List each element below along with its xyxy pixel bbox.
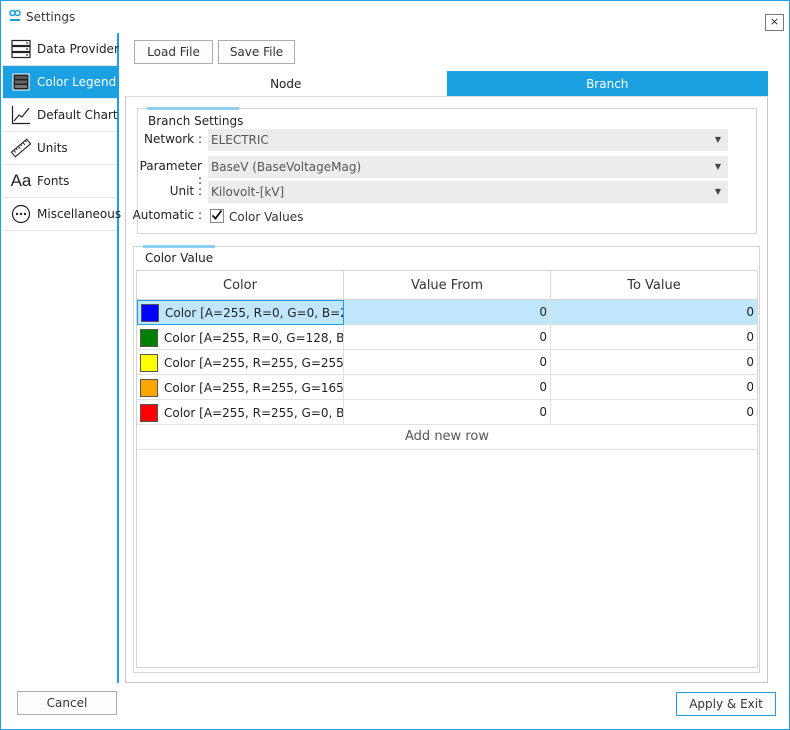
color-text: Color [A=255, R=255, G=165,...: [164, 380, 344, 395]
column-header-to-value[interactable]: To Value: [551, 271, 757, 299]
sidebar: Data Provider Color Legend Default Chart…: [3, 33, 121, 683]
table-row[interactable]: Color [A=255, R=0, G=0, B=255] 0 0: [137, 300, 757, 325]
parameter-label: Parameter :: [139, 159, 202, 187]
value-from-cell[interactable]: 0: [344, 325, 551, 350]
sidebar-item-label: Default Chart: [37, 108, 118, 122]
sidebar-item-label: Color Legend: [37, 75, 117, 89]
cancel-button[interactable]: Cancel: [17, 691, 117, 715]
database-icon: [10, 38, 32, 60]
network-value: ELECTRIC: [211, 133, 269, 147]
chevron-down-icon: ▼: [714, 187, 721, 196]
close-button[interactable]: ×: [765, 14, 784, 31]
ruler-icon: [10, 137, 32, 159]
unit-value: Kilovolt-[kV]: [211, 185, 285, 199]
chevron-down-icon: ▼: [714, 162, 721, 171]
automatic-label: Automatic :: [132, 208, 202, 222]
network-dropdown[interactable]: ELECTRIC ▼: [208, 129, 728, 151]
color-swatch: [140, 353, 158, 372]
column-header-color[interactable]: Color: [137, 271, 344, 299]
color-value-grid: Color Value From To Value Color [A=255, …: [136, 270, 758, 668]
grid-header: Color Value From To Value: [137, 271, 757, 300]
sidebar-item-label: Data Provider: [37, 42, 119, 56]
group-accent: [143, 245, 215, 248]
table-row[interactable]: Color [A=255, R=255, G=165,... 0 0: [137, 375, 757, 400]
sidebar-item-color-legend[interactable]: Color Legend: [3, 66, 117, 99]
color-cell[interactable]: Color [A=255, R=255, G=255,...: [137, 350, 344, 375]
column-header-value-from[interactable]: Value From: [344, 271, 551, 299]
color-text: Color [A=255, R=255, G=0, B=0]: [164, 405, 344, 420]
color-swatch: [140, 378, 158, 397]
table-row[interactable]: Color [A=255, R=255, G=0, B=0] 0 0: [137, 400, 757, 425]
unit-dropdown[interactable]: Kilovolt-[kV] ▼: [208, 181, 728, 203]
sidebar-item-label: Miscellaneous: [37, 207, 122, 221]
unit-label: Unit :: [169, 184, 202, 198]
parameter-value: BaseV (BaseVoltageMag): [211, 160, 362, 174]
app-logo-icon: [8, 9, 22, 23]
title-bar: Settings ×: [1, 1, 789, 33]
color-legend-icon: [10, 71, 32, 93]
load-file-button[interactable]: Load File: [134, 40, 213, 64]
value-from-cell[interactable]: 0: [344, 350, 551, 375]
color-swatch: [140, 403, 158, 422]
branch-settings-group: Branch Settings Network : ELECTRIC ▼ Par…: [133, 107, 757, 234]
window-title: Settings: [26, 10, 76, 24]
value-from-cell[interactable]: 0: [344, 375, 551, 400]
tab-node[interactable]: Node: [125, 71, 447, 97]
add-new-row[interactable]: Add new row: [137, 425, 757, 450]
chevron-down-icon: ▼: [714, 135, 721, 144]
color-values-checkbox[interactable]: [210, 209, 224, 223]
color-text: Color [A=255, R=0, G=0, B=255]: [165, 305, 343, 320]
sidebar-item-miscellaneous[interactable]: Miscellaneous: [3, 198, 121, 231]
color-swatch: [141, 303, 159, 322]
color-swatch: [140, 328, 158, 347]
more-icon: [10, 203, 32, 225]
color-cell[interactable]: Color [A=255, R=255, G=0, B=0]: [137, 400, 344, 425]
settings-window: Settings × Data Provider Color Legend De…: [0, 0, 790, 730]
color-cell[interactable]: Color [A=255, R=255, G=165,...: [137, 375, 344, 400]
color-cell[interactable]: Color [A=255, R=0, G=128, B=0]: [137, 325, 344, 350]
sidebar-item-label: Fonts: [37, 174, 70, 188]
apply-exit-button[interactable]: Apply & Exit: [676, 692, 776, 716]
parameter-dropdown[interactable]: BaseV (BaseVoltageMag) ▼: [208, 156, 728, 178]
to-value-cell[interactable]: 0: [551, 300, 757, 325]
to-value-cell[interactable]: 0: [551, 375, 757, 400]
checkmark-icon: [211, 209, 223, 224]
sidebar-item-data-provider[interactable]: Data Provider: [3, 33, 119, 66]
sidebar-item-default-chart[interactable]: Default Chart: [3, 99, 118, 132]
sidebar-item-label: Units: [37, 141, 68, 155]
font-icon: Aa: [10, 171, 32, 190]
to-value-cell[interactable]: 0: [551, 325, 757, 350]
table-row[interactable]: Color [A=255, R=255, G=255,... 0 0: [137, 350, 757, 375]
tab-branch[interactable]: Branch: [446, 71, 768, 97]
line-chart-icon: [10, 104, 32, 126]
to-value-cell[interactable]: 0: [551, 400, 757, 425]
table-row[interactable]: Color [A=255, R=0, G=128, B=0] 0 0: [137, 325, 757, 350]
value-from-cell[interactable]: 0: [344, 400, 551, 425]
sidebar-item-fonts[interactable]: Aa Fonts: [3, 165, 117, 198]
value-from-cell[interactable]: 0: [344, 300, 551, 325]
branch-settings-title: Branch Settings: [148, 114, 244, 128]
color-cell[interactable]: Color [A=255, R=0, G=0, B=255]: [137, 300, 344, 325]
network-label: Network :: [144, 132, 202, 146]
color-value-title: Color Value: [145, 251, 214, 265]
group-accent: [147, 107, 239, 110]
tab-bar: Node Branch: [125, 71, 768, 97]
to-value-cell[interactable]: 0: [551, 350, 757, 375]
save-file-button[interactable]: Save File: [218, 40, 295, 64]
sidebar-item-units[interactable]: Units: [3, 132, 117, 165]
color-values-label: Color Values: [229, 210, 304, 224]
color-text: Color [A=255, R=0, G=128, B=0]: [164, 330, 344, 345]
color-text: Color [A=255, R=255, G=255,...: [164, 355, 344, 370]
